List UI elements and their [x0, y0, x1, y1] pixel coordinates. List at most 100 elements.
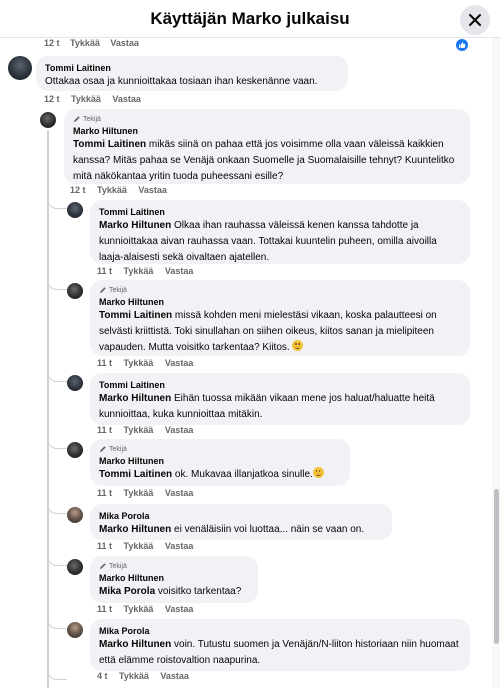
comment-author[interactable]: Mika Porola [99, 510, 383, 522]
comment-bubble: Mika Porola Marko Hiltunen voin. Tutustu… [90, 619, 470, 671]
thread-connector [47, 276, 67, 290]
author-badge: Tekijä [99, 445, 341, 453]
smile-emoji-icon [312, 467, 324, 478]
comment-text: Mika Porola voisitko tarkentaa? [99, 584, 249, 600]
reply-link[interactable]: Vastaa [112, 94, 141, 104]
comment-body: ok. Mukavaa illanjatkoa sinulle. [172, 469, 313, 480]
dialog-title: Käyttäjän Marko julkaisu [150, 9, 350, 28]
comment-bubble: Tekijä Marko Hiltunen Mika Porola voisit… [90, 556, 258, 603]
like-link[interactable]: Tykkää [71, 94, 101, 104]
thread-line [47, 130, 49, 220]
comment-actions: 11 t Tykkää Vastaa [97, 358, 202, 368]
author-badge-label: Tekijä [109, 445, 127, 453]
comment-author[interactable]: Tommi Laitinen [45, 62, 339, 74]
comment-actions: 12 t Tykkää Vastaa [70, 185, 176, 195]
comment-time: 11 t [97, 266, 113, 276]
like-link[interactable]: Tykkää [70, 38, 100, 48]
like-link[interactable]: Tykkää [119, 671, 149, 681]
comment-body: Ottakaa osaa ja kunnioittakaa tosiaan ih… [45, 76, 318, 87]
reply-link[interactable]: Vastaa [165, 488, 194, 498]
comment-bubble: Tekijä Marko Hiltunen Tommi Laitinen mik… [64, 109, 470, 184]
avatar[interactable] [40, 112, 56, 128]
comment-actions: 12 t Tykkää Vastaa [44, 38, 147, 48]
reply-link[interactable]: Vastaa [165, 358, 194, 368]
author-badge-label: Tekijä [83, 115, 101, 123]
reply-link[interactable]: Vastaa [138, 185, 167, 195]
comment-bubble: Tommi Laitinen Ottakaa osaa ja kunnioitt… [36, 56, 348, 91]
pencil-icon [74, 116, 80, 122]
like-reaction-badge [456, 39, 468, 51]
avatar[interactable] [67, 202, 83, 218]
like-link[interactable]: Tykkää [124, 266, 154, 276]
avatar[interactable] [67, 375, 83, 391]
thread-connector [47, 435, 67, 449]
comment-time: 11 t [97, 488, 113, 498]
reply-link[interactable]: Vastaa [110, 38, 139, 48]
comment-time: 12 t [44, 94, 60, 104]
comment-bubble: Mika Porola Marko Hiltunen ei venäläisii… [90, 504, 392, 540]
thread-connector [47, 552, 67, 566]
like-link[interactable]: Tykkää [124, 541, 154, 551]
thread-connector [47, 666, 67, 680]
comment-actions: 11 t Tykkää Vastaa [97, 488, 202, 498]
avatar[interactable] [67, 283, 83, 299]
author-badge: Tekijä [73, 115, 461, 123]
comment-author[interactable]: Marko Hiltunen [99, 296, 461, 308]
comment-actions: 11 t Tykkää Vastaa [97, 604, 202, 614]
like-link[interactable]: Tykkää [124, 488, 154, 498]
author-badge: Tekijä [99, 286, 461, 294]
avatar[interactable] [8, 56, 32, 80]
avatar[interactable] [67, 442, 83, 458]
close-button[interactable] [460, 5, 490, 35]
comment-time: 11 t [97, 604, 113, 614]
comment-text: Tommi Laitinen missä kohden meni mielest… [99, 308, 461, 356]
avatar[interactable] [67, 507, 83, 523]
comment-time: 12 t [70, 185, 86, 195]
comment-body: voisitko tarkentaa? [155, 586, 242, 597]
comment-time: 12 t [44, 38, 60, 48]
comment-body: ei venäläisiin voi luottaa... näin se va… [171, 524, 365, 535]
comment-text: Marko Hiltunen ei venäläisiin voi luotta… [99, 522, 383, 538]
mention-link[interactable]: Marko Hiltunen [99, 393, 171, 404]
reply-link[interactable]: Vastaa [165, 604, 194, 614]
mention-link[interactable]: Tommi Laitinen [73, 139, 146, 150]
mention-link[interactable]: Tommi Laitinen [99, 469, 172, 480]
comment-actions: 11 t Tykkää Vastaa [97, 425, 202, 435]
like-link[interactable]: Tykkää [124, 425, 154, 435]
scrollbar-thumb[interactable] [494, 489, 499, 644]
comment-time: 11 t [97, 358, 113, 368]
mention-link[interactable]: Marko Hiltunen [99, 524, 171, 535]
avatar[interactable] [67, 622, 83, 638]
comment-text: Marko Hiltunen voin. Tutustu suomen ja V… [99, 637, 461, 669]
pencil-icon [100, 287, 106, 293]
like-link[interactable]: Tykkää [97, 185, 127, 195]
comment-author[interactable]: Tommi Laitinen [99, 206, 461, 218]
reply-link[interactable]: Vastaa [160, 671, 189, 681]
comment-bubble: Tommi Laitinen Marko Hiltunen Olkaa ihan… [90, 200, 470, 264]
comment-actions: 12 t Tykkää Vastaa [44, 94, 150, 104]
thread-connector [47, 500, 67, 514]
reply-link[interactable]: Vastaa [165, 266, 194, 276]
author-badge-label: Tekijä [109, 286, 127, 294]
like-link[interactable]: Tykkää [124, 604, 154, 614]
mention-link[interactable]: Marko Hiltunen [99, 220, 171, 231]
comment-author[interactable]: Tommi Laitinen [99, 379, 461, 391]
comment-bubble: Tekijä Marko Hiltunen Tommi Laitinen ok.… [90, 439, 350, 486]
comment-author[interactable]: Marko Hiltunen [99, 572, 249, 584]
thread-connector [47, 195, 67, 209]
mention-link[interactable]: Tommi Laitinen [99, 310, 172, 321]
mention-link[interactable]: Marko Hiltunen [99, 639, 171, 650]
comment-author[interactable]: Marko Hiltunen [73, 125, 461, 137]
comment-author[interactable]: Marko Hiltunen [99, 455, 341, 467]
like-link[interactable]: Tykkää [124, 358, 154, 368]
dialog-header: Käyttäjän Marko julkaisu [0, 0, 500, 38]
comment-bubble: Tekijä Marko Hiltunen Tommi Laitinen mis… [90, 280, 470, 356]
comment-author[interactable]: Mika Porola [99, 625, 461, 637]
mention-link[interactable]: Mika Porola [99, 586, 155, 597]
thread-connector [47, 615, 67, 629]
comment-time: 11 t [97, 541, 113, 551]
avatar[interactable] [67, 559, 83, 575]
comment-text: Tommi Laitinen ok. Mukavaa illanjatkoa s… [99, 467, 341, 483]
reply-link[interactable]: Vastaa [165, 425, 194, 435]
reply-link[interactable]: Vastaa [165, 541, 194, 551]
